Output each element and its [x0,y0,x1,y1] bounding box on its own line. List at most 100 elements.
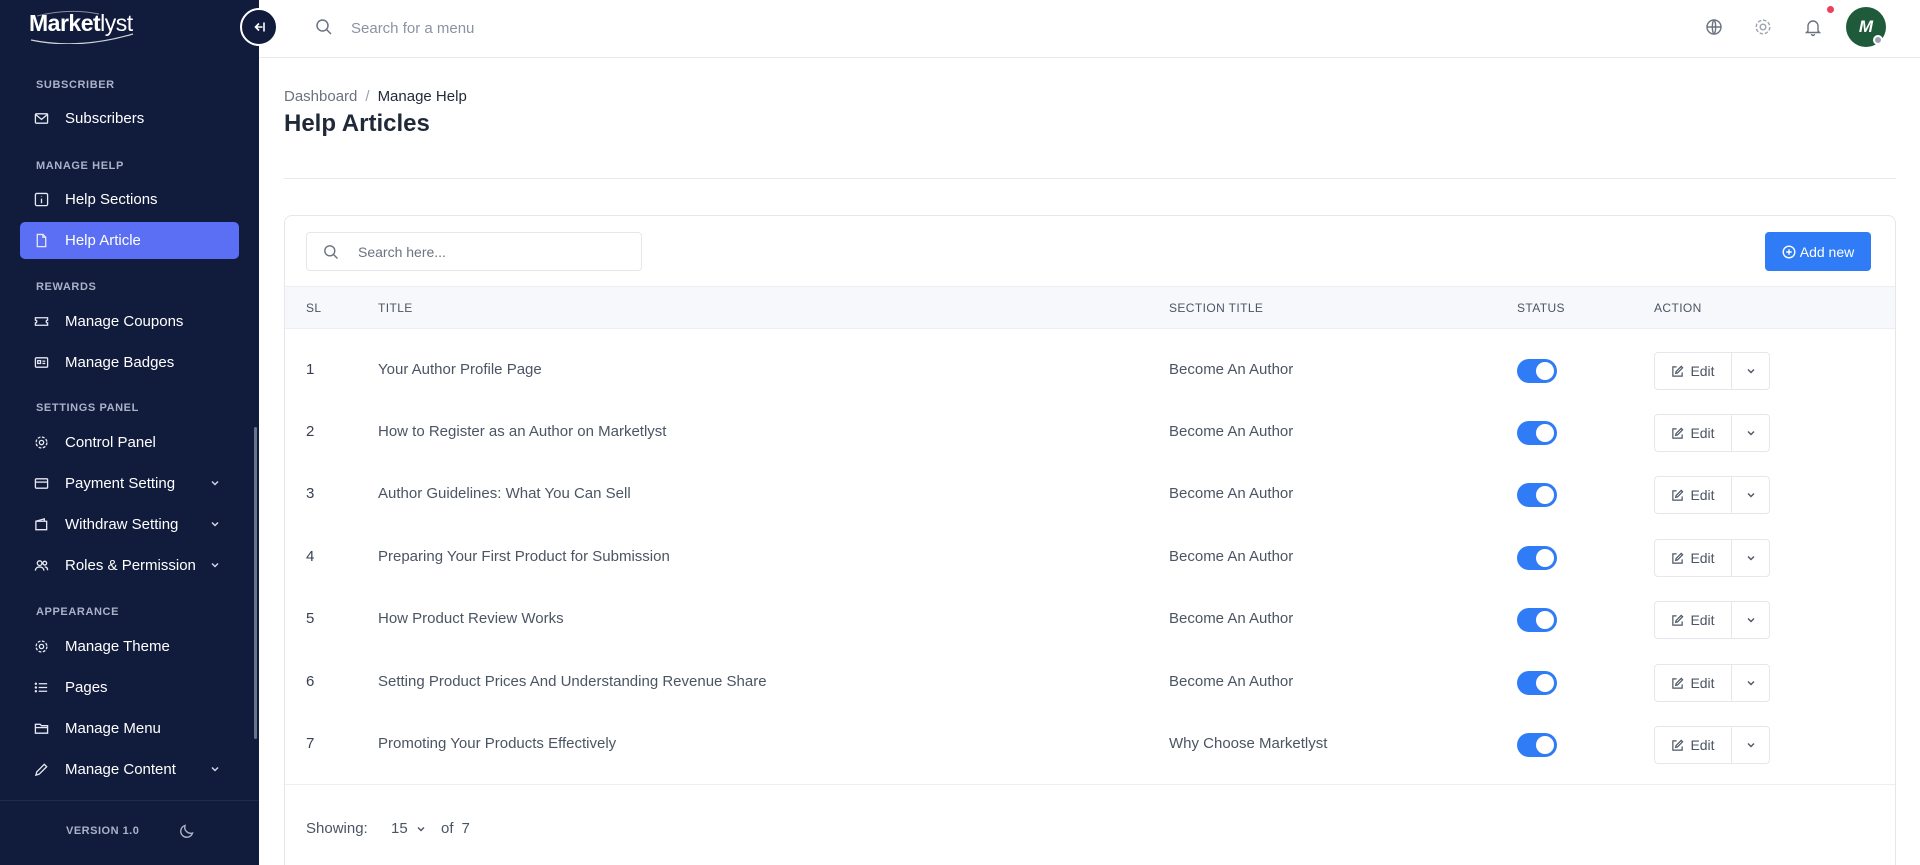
row-sl: 2 [306,423,315,440]
topbar: M [259,0,1920,58]
status-toggle[interactable] [1517,421,1557,445]
sidebar-item-manage-content[interactable]: Manage Content [20,751,239,788]
gear-icon [33,435,49,451]
sidebar-item-pages[interactable]: Pages [20,669,239,706]
sidebar-item-label: Roles & Permission [65,557,196,574]
chevron-down-icon [417,826,425,831]
articles-card: Add new SL TITLE SECTION TITLE STATUS AC… [284,215,1896,865]
action-dropdown-toggle[interactable] [1732,665,1769,701]
pagination-total-count: 7 [461,820,470,837]
version-label: VERSION 1.0 [66,825,140,837]
sidebar-item-roles-permission[interactable]: Roles & Permission [20,547,239,584]
row-sl: 7 [306,735,315,752]
column-header-title[interactable]: TITLE [378,301,413,315]
status-toggle[interactable] [1517,733,1557,757]
edit-button[interactable]: Edit [1655,477,1732,513]
row-section-title: Become An Author [1169,361,1294,378]
sidebar-item-control-panel[interactable]: Control Panel [20,424,239,461]
action-button-group: Edit [1654,664,1770,702]
column-header-section-title[interactable]: SECTION TITLE [1169,301,1263,315]
action-dropdown-toggle[interactable] [1732,477,1769,513]
pagination-showing-label: Showing: [306,820,368,837]
toggle-knob [1536,486,1554,504]
edit-label: Edit [1690,675,1715,691]
breadcrumb: Dashboard / Manage Help [284,88,467,105]
edit-icon [1672,739,1684,751]
sidebar-item-label: Pages [65,679,108,696]
toggle-knob [1536,424,1554,442]
plus-circle-icon [1782,244,1796,259]
row-sl: 6 [306,673,315,690]
edit-button[interactable]: Edit [1655,415,1732,451]
sidebar-item-manage-badges[interactable]: Manage Badges [20,344,239,381]
edit-button[interactable]: Edit [1655,665,1732,701]
edit-icon [1672,427,1684,439]
row-sl: 4 [306,548,315,565]
bell-icon[interactable] [1803,17,1823,37]
action-dropdown-toggle[interactable] [1732,602,1769,638]
section-label-subscriber: SUBSCRIBER [36,79,115,91]
sidebar-item-help-article[interactable]: Help Article [20,222,239,259]
badge-icon [33,355,49,371]
action-dropdown-toggle[interactable] [1732,353,1769,389]
sidebar-item-payment-setting[interactable]: Payment Setting [20,465,239,502]
edit-button[interactable]: Edit [1655,353,1732,389]
column-header-action: ACTION [1654,301,1702,315]
sidebar-item-manage-coupons[interactable]: Manage Coupons [20,303,239,340]
table-search-box[interactable] [306,232,642,271]
sidebar-item-label: Manage Coupons [65,313,184,330]
status-toggle[interactable] [1517,608,1557,632]
edit-label: Edit [1690,487,1715,503]
sidebar-item-help-sections[interactable]: Help Sections [20,181,239,218]
status-toggle[interactable] [1517,359,1557,383]
sidebar-scrollbar[interactable] [254,427,257,739]
breadcrumb-home-link[interactable]: Dashboard [284,88,357,105]
notification-badge [1827,6,1834,13]
menu-search-input[interactable] [351,16,751,40]
chevron-down-icon [1747,743,1754,748]
sidebar-item-label: Payment Setting [65,475,176,492]
settings-icon[interactable] [1753,17,1773,37]
table-footer-divider [285,784,1895,785]
edit-button[interactable]: Edit [1655,727,1732,763]
edit-button[interactable]: Edit [1655,540,1732,576]
brand-logo[interactable]: Marketlyst [29,10,139,44]
add-new-button[interactable]: Add new [1765,232,1871,271]
table-row: 4 Preparing Your First Product for Submi… [285,527,1895,589]
action-dropdown-toggle[interactable] [1732,540,1769,576]
status-toggle[interactable] [1517,671,1557,695]
action-dropdown-toggle[interactable] [1732,415,1769,451]
toggle-knob [1536,674,1554,692]
column-header-sl[interactable]: SL [306,301,321,315]
edit-label: Edit [1690,612,1715,628]
edit-button[interactable]: Edit [1655,602,1732,638]
moon-icon[interactable] [178,822,196,840]
sidebar-item-manage-theme[interactable]: Manage Theme [20,628,239,665]
row-section-title: Become An Author [1169,548,1294,565]
chevron-down-icon [1747,431,1754,436]
status-toggle[interactable] [1517,483,1557,507]
sidebar-item-withdraw-setting[interactable]: Withdraw Setting [20,506,239,543]
action-button-group: Edit [1654,601,1770,639]
globe-icon[interactable] [1704,17,1724,37]
row-section-title: Become An Author [1169,423,1294,440]
per-page-select[interactable]: 15 [391,820,426,837]
table-search-input[interactable] [358,242,628,262]
sidebar-item-subscribers[interactable]: Subscribers [20,100,239,137]
page-title: Help Articles [284,110,430,137]
edit-icon [1672,365,1684,377]
action-dropdown-toggle[interactable] [1732,727,1769,763]
sidebar-footer: VERSION 1.0 [0,800,259,865]
column-header-status[interactable]: STATUS [1517,301,1565,315]
sidebar-item-label: Manage Content [65,761,176,778]
sidebar-item-label: Help Sections [65,191,158,208]
status-toggle[interactable] [1517,546,1557,570]
row-sl: 1 [306,361,315,378]
sidebar-collapse-button[interactable] [240,8,278,46]
action-button-group: Edit [1654,539,1770,577]
sidebar-item-manage-menu[interactable]: Manage Menu [20,710,239,747]
pencil-icon [33,762,49,778]
table-row: 7 Promoting Your Products Effectively Wh… [285,714,1895,776]
section-label-manage-help: MANAGE HELP [36,160,124,172]
sidebar-item-label: Manage Theme [65,638,170,655]
